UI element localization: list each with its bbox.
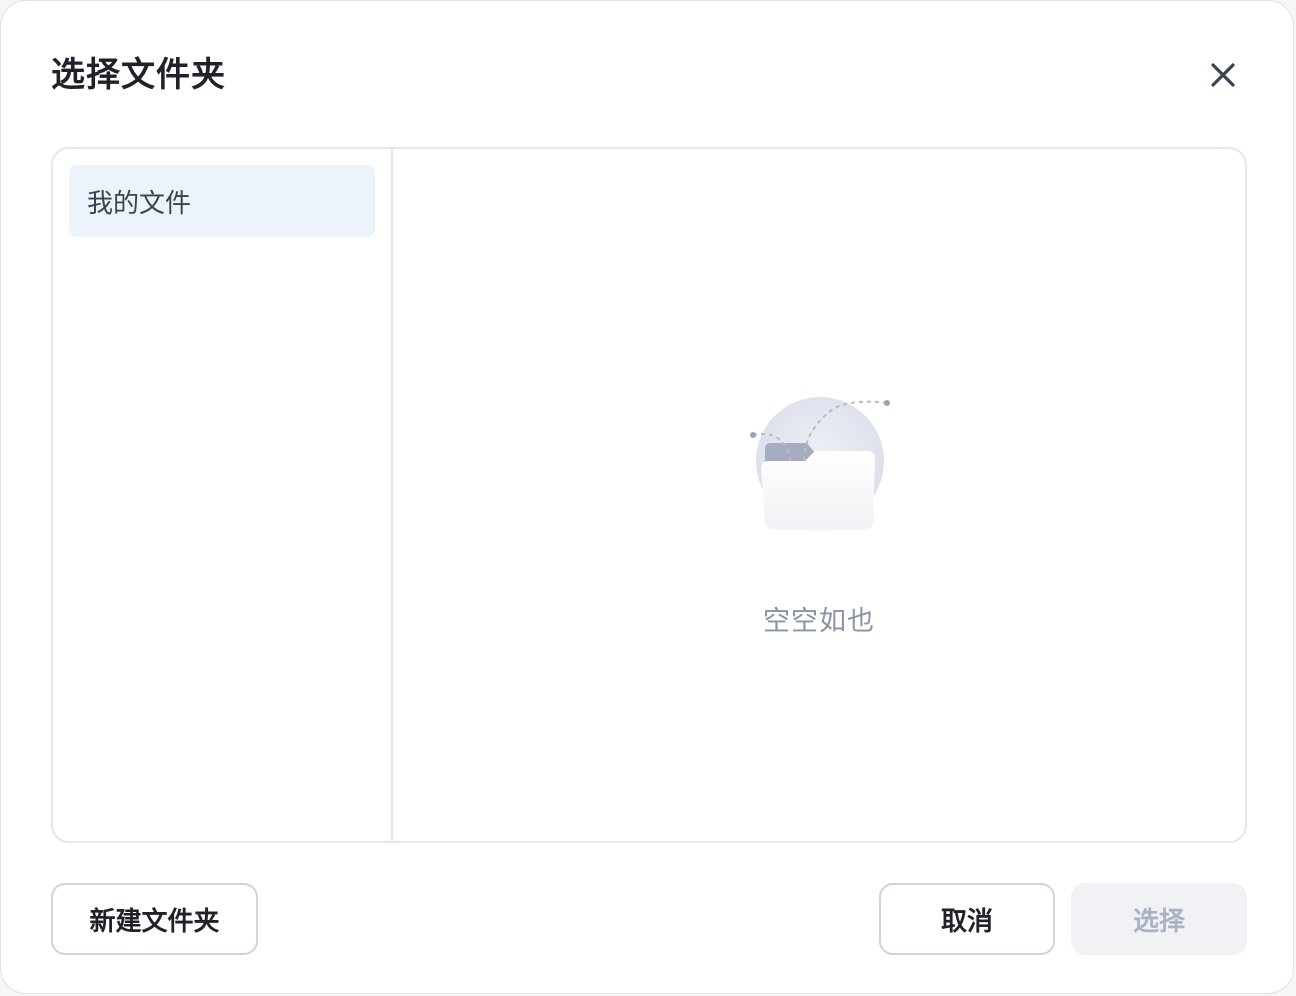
sidebar-item-my-files[interactable]: 我的文件 — [69, 165, 375, 237]
empty-folder-illustration — [750, 397, 890, 529]
folder-browser-panel: 我的文件 空空如也 — [51, 147, 1247, 843]
close-icon — [1211, 63, 1235, 87]
folder-sidebar: 我的文件 — [53, 149, 393, 841]
select-folder-dialog: 选择文件夹 我的文件 空空如也 新建文件夹 取消 选择 — [0, 0, 1294, 994]
new-folder-button[interactable]: 新建文件夹 — [51, 883, 258, 955]
select-button[interactable]: 选择 — [1071, 883, 1247, 955]
close-button[interactable] — [1201, 53, 1245, 97]
cancel-button[interactable]: 取消 — [879, 883, 1055, 955]
dialog-title: 选择文件夹 — [51, 55, 226, 95]
empty-state-text: 空空如也 — [763, 606, 875, 637]
folder-content-area: 空空如也 — [393, 149, 1245, 841]
sidebar-item-label: 我的文件 — [87, 188, 192, 219]
